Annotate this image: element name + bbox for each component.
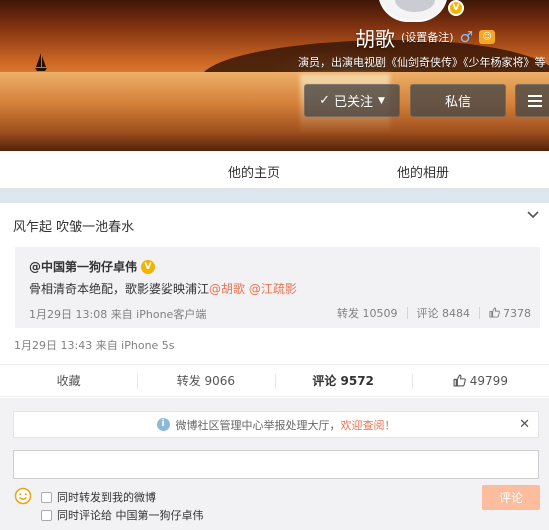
stats-divider <box>406 307 408 319</box>
comment-button[interactable]: 评论 9572 <box>274 365 412 396</box>
male-gender-icon: ♂ <box>459 28 474 46</box>
retweeted-post[interactable]: @中国第一狗仔卓伟 V 骨相清奇本绝配，歌影婆娑映浦江@胡歌 @江疏影 1月29… <box>15 247 540 328</box>
emoji-smile-icon[interactable] <box>14 487 32 505</box>
retweeted-text: 骨相清奇本绝配，歌影婆娑映浦江@胡歌 @江疏影 <box>29 280 297 297</box>
comment-to-original-option[interactable]: 同时评论给 中国第一狗仔卓伟 <box>41 507 204 523</box>
mention-jiang-shu-ying[interactable]: @江疏影 <box>249 282 297 296</box>
retweeted-meta: 1月29日 13:08 来自 iPhone客户端 <box>29 308 207 321</box>
retweeted-stats: 转发 10509 评论 8484 7378 <box>337 305 531 321</box>
comment-original-checkbox[interactable] <box>41 509 52 521</box>
comment-area: i 微博社区管理中心举报处理大厅， 欢迎查阅！ ✕ 同时转发到我的微博 同时评论… <box>0 398 549 530</box>
group-icon: ☺ <box>479 30 496 44</box>
more-menu-button[interactable] <box>515 84 549 117</box>
close-icon[interactable]: ✕ <box>519 417 530 432</box>
comment-input[interactable] <box>13 450 539 479</box>
post-action-bar: 收藏 转发 9066 评论 9572 49799 <box>0 364 549 397</box>
info-icon: i <box>156 418 170 431</box>
submit-comment-button[interactable]: 评论 <box>482 485 540 510</box>
thumbs-up-icon <box>489 306 500 318</box>
tab-home[interactable]: 他的主页 <box>228 162 280 181</box>
repost-button[interactable]: 转发 9066 <box>137 365 274 396</box>
notice-text: 微博社区管理中心举报处理大厅， <box>175 418 341 432</box>
retweeted-text-body: 骨相清奇本绝配，歌影婆娑映浦江 <box>29 282 210 296</box>
vip-badge-icon: V <box>141 259 156 274</box>
profile-tabs: 他的主页 他的相册 <box>0 151 549 189</box>
retweeted-repost-link[interactable]: 转发 10509 <box>337 305 398 321</box>
profile-description: 演员，出演电视剧《仙剑奇侠传》《少年杨家将》等 <box>298 56 546 69</box>
hamburger-icon <box>528 94 542 107</box>
thumbs-up-icon <box>453 374 466 387</box>
message-button[interactable]: 私信 <box>410 84 506 117</box>
retweeted-comment-link[interactable]: 评论 8484 <box>417 305 471 321</box>
repost-checkbox[interactable] <box>41 491 52 503</box>
caret-down-icon: ▼ <box>378 95 385 106</box>
like-button[interactable]: 49799 <box>411 365 549 396</box>
avatar-image <box>395 0 435 12</box>
repost-to-my-weibo-option[interactable]: 同时转发到我的微博 <box>41 489 156 505</box>
weibo-post: 风乍起 吹皱一池春水 @中国第一狗仔卓伟 V 骨相清奇本绝配，歌影婆娑映浦江@胡… <box>0 203 549 530</box>
section-divider <box>0 189 549 203</box>
notice-link[interactable]: 欢迎查阅！ <box>341 417 396 433</box>
retweeted-user-link[interactable]: @中国第一狗仔卓伟 V <box>29 258 156 275</box>
retweeted-user-name: @中国第一狗仔卓伟 <box>29 260 138 274</box>
post-meta: 1月29日 13:43 来自 iPhone 5s <box>14 339 175 352</box>
stats-divider <box>479 307 480 319</box>
report-notice: i 微博社区管理中心举报处理大厅， 欢迎查阅！ ✕ <box>13 411 539 438</box>
retweeted-like-link[interactable]: 7378 <box>489 307 531 320</box>
tab-album[interactable]: 他的相册 <box>397 162 449 181</box>
chevron-down-icon[interactable] <box>526 210 540 220</box>
repost-option-label: 同时转发到我的微博 <box>57 491 156 504</box>
cover-shade <box>0 0 549 151</box>
check-icon: ✓ <box>319 93 330 108</box>
set-remark-link[interactable]: (设置备注) <box>401 29 454 45</box>
verified-badge-icon: V <box>448 0 464 16</box>
post-text: 风乍起 吹皱一池春水 <box>13 220 135 235</box>
following-button[interactable]: ✓ 已关注 ▼ <box>304 84 400 117</box>
profile-name: 胡歌 <box>355 26 395 51</box>
mention-hu-ge[interactable]: @胡歌 <box>209 282 245 296</box>
comment-original-label: 同时评论给 中国第一狗仔卓伟 <box>57 509 204 522</box>
like-count: 49799 <box>469 373 508 388</box>
favorite-button[interactable]: 收藏 <box>0 365 137 396</box>
profile-cover: V 胡歌 (设置备注) ♂ ☺ 演员，出演电视剧《仙剑奇侠传》《少年杨家将》等 … <box>0 0 549 151</box>
following-label: 已关注 <box>333 95 373 110</box>
retweeted-like-count: 7378 <box>503 306 531 320</box>
profile-name-row: 胡歌 (设置备注) ♂ ☺ <box>355 26 496 51</box>
